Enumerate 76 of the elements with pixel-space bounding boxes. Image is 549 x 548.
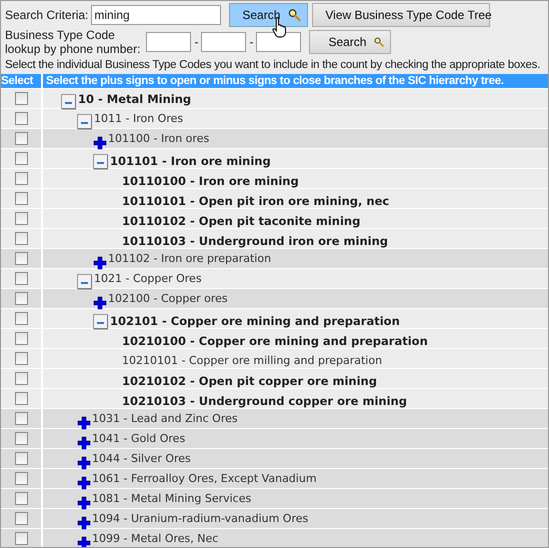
checkbox[interactable]: [14, 312, 28, 325]
checkbox[interactable]: [14, 412, 28, 425]
search-criteria-label: Search Criteria:: [5, 8, 88, 22]
tree-item-label: 10110100 - Iron ore mining: [122, 173, 299, 188]
checkbox[interactable]: [14, 172, 28, 185]
collapse-icon[interactable]: [77, 114, 93, 130]
expand-icon[interactable]: [93, 296, 107, 310]
tree-item-label: 10210103 - Underground copper ore mining: [122, 393, 407, 408]
tree-item-label: 10 - Metal Mining: [78, 91, 192, 106]
collapse-icon[interactable]: [93, 314, 109, 330]
checkbox[interactable]: [14, 92, 28, 105]
expand-icon[interactable]: [77, 496, 91, 510]
tree-item-label: 101101 - Iron ore mining: [110, 153, 271, 168]
search-icon: [374, 35, 384, 49]
tree-item-label: 1011 - Iron Ores: [94, 111, 184, 125]
tree-item-label: 10110101 - Open pit iron ore mining, nec: [122, 193, 390, 208]
expand-icon[interactable]: [77, 476, 91, 490]
checkbox[interactable]: [14, 332, 28, 345]
checkbox[interactable]: [14, 252, 28, 265]
phone-field[interactable]: [146, 32, 192, 52]
phone-field[interactable]: [256, 32, 302, 52]
collapse-icon[interactable]: [77, 274, 93, 290]
phone-lookup-label: Business Type Code lookup by phone number:: [5, 28, 140, 56]
checkbox[interactable]: [14, 472, 28, 485]
checkbox[interactable]: [14, 452, 28, 465]
expand-icon[interactable]: [77, 516, 91, 530]
search-icon: [288, 8, 302, 22]
tree-item-label: 102101 - Copper ore mining and preparation: [110, 313, 400, 328]
tree-item-label: 1094 - Uranium-radium-vanadium Ores: [92, 511, 308, 525]
expand-icon[interactable]: [77, 456, 91, 470]
checkbox[interactable]: [14, 232, 28, 245]
column-header: Select the plus signs to open or minus signs to close branches of the SIC hierarchy tree.: [45, 74, 504, 88]
checkbox[interactable]: [14, 152, 28, 165]
tree-item-label: 10210100 - Copper ore mining and preparation: [122, 333, 428, 348]
checkbox[interactable]: [14, 532, 28, 545]
checkbox[interactable]: [14, 112, 28, 125]
tree-item-label: 1044 - Silver Ores: [92, 451, 191, 465]
tree-item-label: 102100 - Copper ores: [108, 291, 228, 305]
checkbox[interactable]: [14, 512, 28, 525]
search-button[interactable]: Search: [229, 3, 308, 27]
expand-icon[interactable]: [93, 256, 107, 270]
tree-item-label: 101102 - Iron ore preparation: [108, 251, 272, 265]
search-field[interactable]: mining: [91, 5, 222, 25]
checkbox[interactable]: [14, 492, 28, 505]
separator-text: -: [249, 35, 254, 49]
separator-text: -: [194, 35, 198, 49]
expand-icon[interactable]: [77, 436, 91, 450]
collapse-icon[interactable]: [61, 94, 77, 110]
checkbox[interactable]: [14, 352, 28, 365]
tree-item-label: 1099 - Metal Ores, Nec: [92, 531, 218, 545]
tree-item-label: 1081 - Metal Mining Services: [92, 491, 252, 505]
checkbox[interactable]: [14, 212, 28, 225]
tree-item-label: 10210101 - Copper ore milling and preparation: [122, 353, 382, 367]
checkbox[interactable]: [14, 372, 28, 385]
checkbox[interactable]: [14, 292, 28, 305]
tree-item-label: 1041 - Gold Ores: [92, 431, 186, 445]
phone-search-button[interactable]: Search: [309, 30, 392, 54]
tree-item-label: 1021 - Copper Ores: [94, 271, 202, 285]
checkbox[interactable]: [14, 432, 28, 445]
expand-icon[interactable]: [93, 136, 107, 150]
checkbox[interactable]: [14, 272, 28, 285]
instructions-text: Select the individual Business Type Codes you want to include in the count by checking the appropriate boxes.: [4, 58, 542, 73]
tree-item-label: 10110102 - Open pit taconite mining: [122, 213, 360, 228]
checkbox[interactable]: [14, 192, 28, 205]
checkbox[interactable]: [14, 392, 28, 405]
expand-icon[interactable]: [77, 536, 91, 547]
view-tree-button[interactable]: View Business Type Code Tree: [312, 3, 490, 27]
tree-item-label: 1031 - Lead and Zinc Ores: [92, 411, 238, 425]
tree-item-label: 10110103 - Underground iron ore mining: [122, 233, 388, 248]
tree-item-label: 10210102 - Open pit copper ore mining: [122, 373, 377, 388]
tree-item-label: 1061 - Ferroalloy Ores, Except Vanadium: [92, 471, 317, 485]
phone-field[interactable]: [201, 32, 246, 52]
collapse-icon[interactable]: [93, 154, 109, 170]
expand-icon[interactable]: [77, 416, 91, 430]
tree-item-label: 101100 - Iron ores: [108, 131, 210, 145]
checkbox[interactable]: [14, 132, 28, 145]
